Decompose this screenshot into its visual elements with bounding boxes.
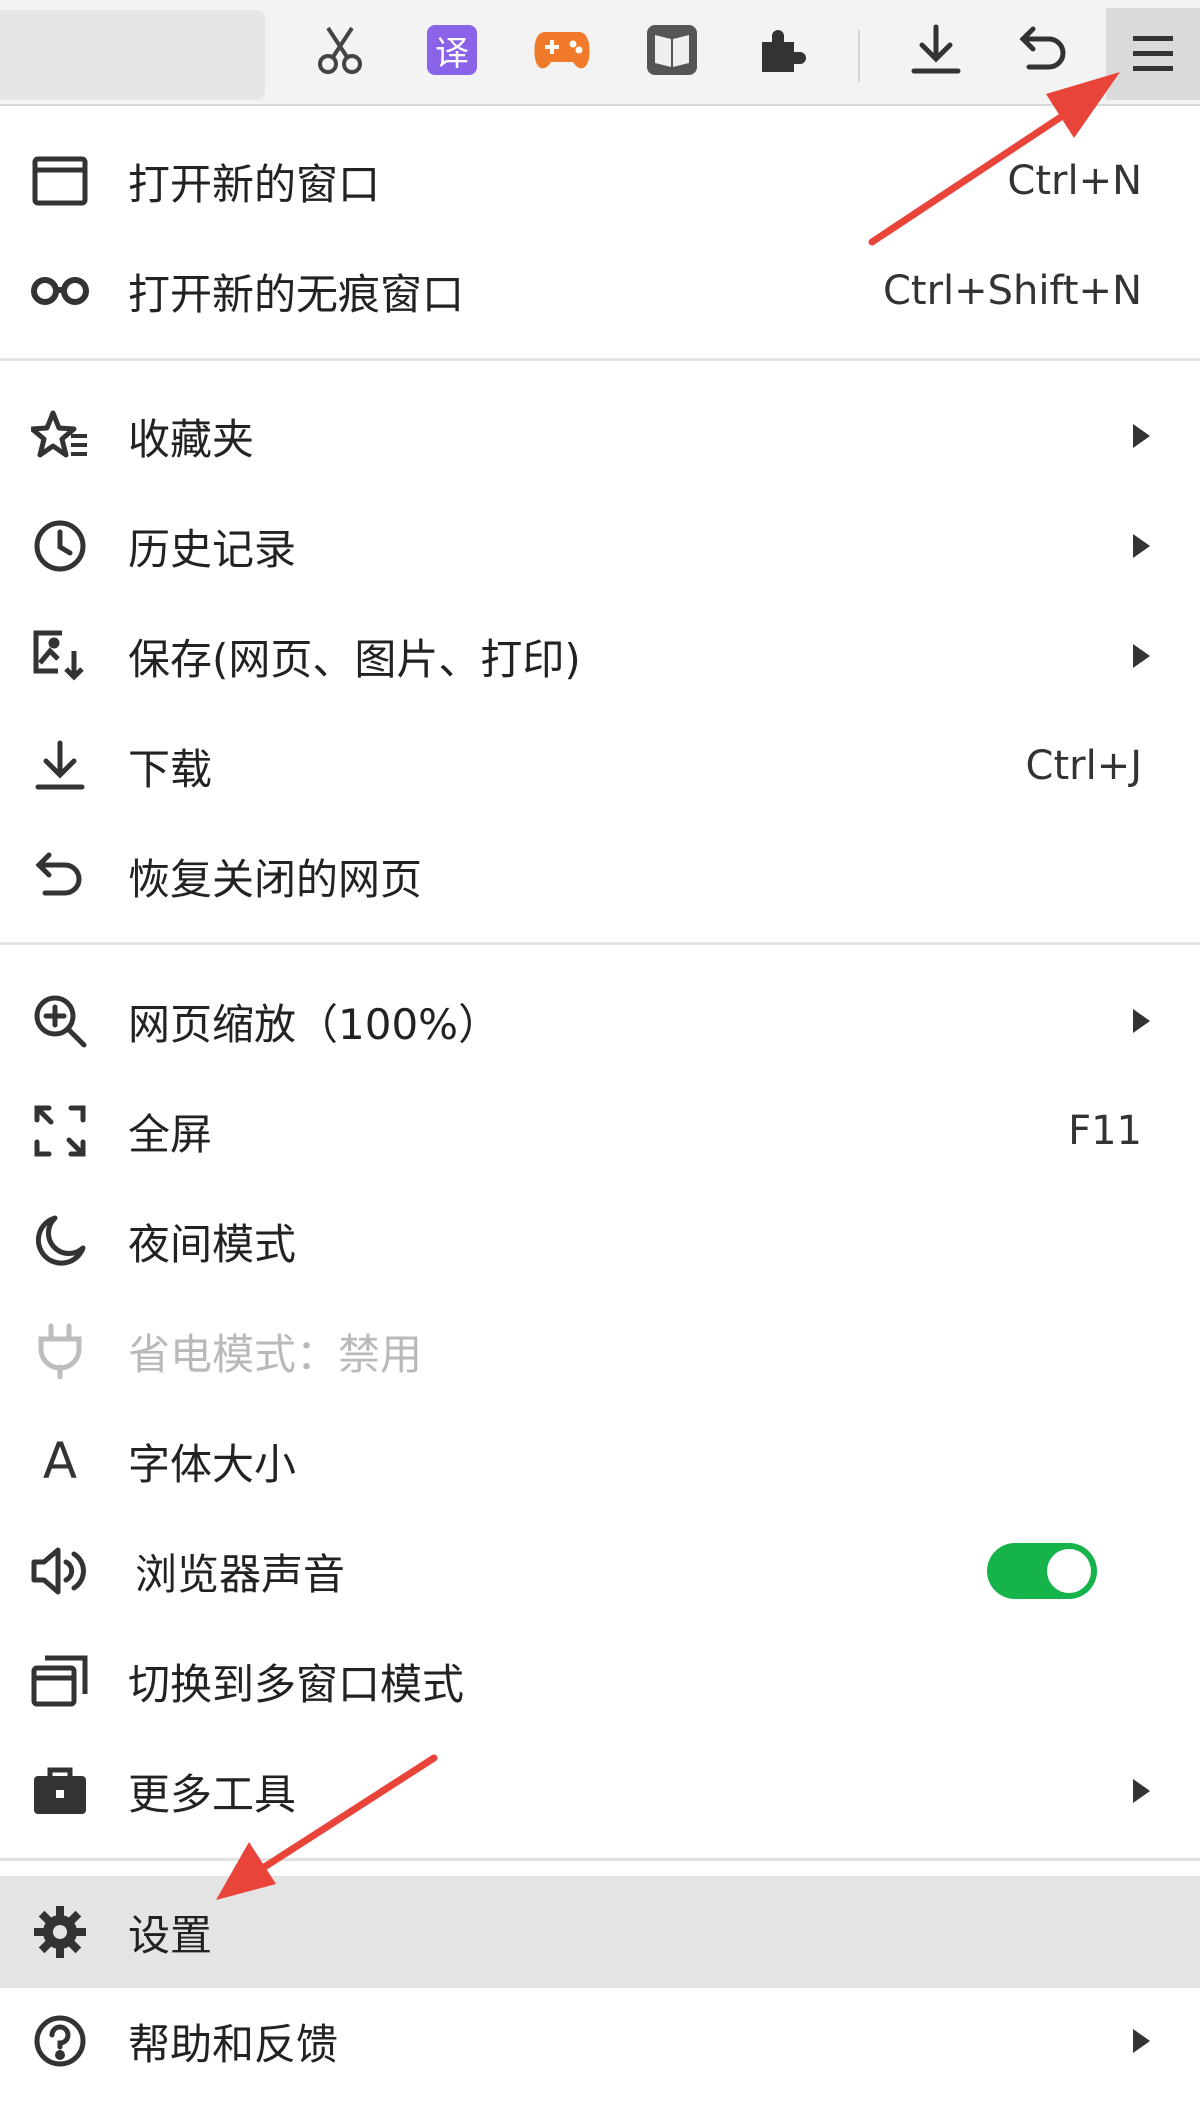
fullscreen-icon [28,1099,92,1163]
extensions-icon[interactable] [748,18,812,82]
menu-item-label: 设置 [128,1910,213,1960]
menu-item-save[interactable]: 保存(网页、图片、打印) [0,601,1200,711]
shortcut-text: Ctrl+J [1025,743,1142,789]
menu-item-label: 全屏 [128,1109,213,1159]
help-icon [28,2009,92,2073]
menu-item-downloads[interactable]: 下载 Ctrl+J [0,711,1200,821]
menu-item-label: 夜间模式 [128,1219,297,1269]
menu-item-label: 打开新的无痕窗口 [128,269,465,319]
menu-item-label: 省电模式：禁用 [128,1329,423,1379]
menu-divider [0,358,1200,361]
menu-button[interactable] [1106,8,1200,100]
menu-item-help-feedback[interactable]: 帮助和反馈 [0,1986,1200,2096]
menu-item-font-size[interactable]: A 字体大小 [0,1406,1200,1516]
incognito-glasses-icon [28,259,92,323]
menu-item-fullscreen[interactable]: 全屏 F11 [0,1076,1200,1186]
menu-item-multi-window[interactable]: 切换到多窗口模式 [0,1626,1200,1736]
menu-item-settings[interactable]: 设置 [0,1876,1200,1988]
submenu-arrow-icon [1133,644,1150,668]
menu-item-label: 保存(网页、图片、打印) [128,634,581,684]
game-controller-icon[interactable] [530,18,594,82]
menu-item-history[interactable]: 历史记录 [0,491,1200,601]
undo-icon[interactable] [1012,18,1076,82]
menu-divider [0,942,1200,945]
menu-item-label: 网页缩放（100%） [128,999,501,1049]
menu-item-more-tools[interactable]: 更多工具 [0,1736,1200,1846]
shortcut-text: Ctrl+N [1007,158,1142,204]
shortcut-text: Ctrl+Shift+N [882,268,1142,314]
browser-sound-toggle[interactable] [987,1543,1097,1599]
gear-icon [28,1900,92,1964]
submenu-arrow-icon [1133,2029,1150,2053]
menu-item-reopen-closed[interactable]: 恢复关闭的网页 [0,821,1200,931]
shortcut-text: F11 [1068,1108,1142,1154]
address-bar[interactable] [0,10,265,100]
menu-item-label: 下载 [128,744,213,794]
submenu-arrow-icon [1133,424,1150,448]
menu-item-favorites[interactable]: 收藏夹 [0,381,1200,491]
download-icon[interactable] [904,18,968,82]
browser-toolbar: 译 [0,0,1200,106]
menu-item-new-window[interactable]: 打开新的窗口 Ctrl+N [0,126,1200,236]
save-image-icon [28,624,92,688]
menu-item-label: 更多工具 [128,1769,297,1819]
undo-icon [28,844,92,908]
menu-item-night-mode[interactable]: 夜间模式 [0,1186,1200,1296]
submenu-arrow-icon [1133,1779,1150,1803]
reader-icon[interactable] [640,18,704,82]
submenu-arrow-icon [1133,534,1150,558]
toolbar-separator [858,30,860,82]
clock-icon [28,514,92,578]
toolbox-icon [28,1759,92,1823]
translate-glyph: 译 [427,25,477,75]
menu-item-label: 历史记录 [128,524,297,574]
zoom-in-icon [28,989,92,1053]
multi-window-icon [28,1649,92,1713]
toggle-knob [1047,1549,1091,1593]
menu-item-label: 切换到多窗口模式 [128,1659,465,1709]
window-icon [28,149,92,213]
menu-item-label: 字体大小 [128,1439,297,1489]
menu-item-label: 帮助和反馈 [128,2019,339,2069]
menu-item-new-incognito-window[interactable]: 打开新的无痕窗口 Ctrl+Shift+N [0,236,1200,346]
menu-item-label: 恢复关闭的网页 [128,854,423,904]
menu-item-browser-sound[interactable]: 浏览器声音 [0,1516,1200,1626]
moon-icon [28,1209,92,1273]
submenu-arrow-icon [1133,1009,1150,1033]
star-list-icon [28,404,92,468]
speaker-icon [28,1539,92,1603]
scissors-icon[interactable] [308,18,372,82]
menu-item-label: 收藏夹 [128,414,255,464]
plug-icon [28,1319,92,1383]
font-glyph: A [42,1432,78,1490]
download-icon [28,734,92,798]
menu-icon [1133,36,1173,71]
menu-item-zoom[interactable]: 网页缩放（100%） [0,966,1200,1076]
font-size-icon: A [28,1429,92,1493]
menu-divider [0,1858,1200,1861]
menu-item-power-saving: 省电模式：禁用 [0,1296,1200,1406]
menu-item-label: 打开新的窗口 [128,159,381,209]
menu-item-label: 浏览器声音 [135,1549,346,1599]
translate-icon[interactable]: 译 [420,18,484,82]
